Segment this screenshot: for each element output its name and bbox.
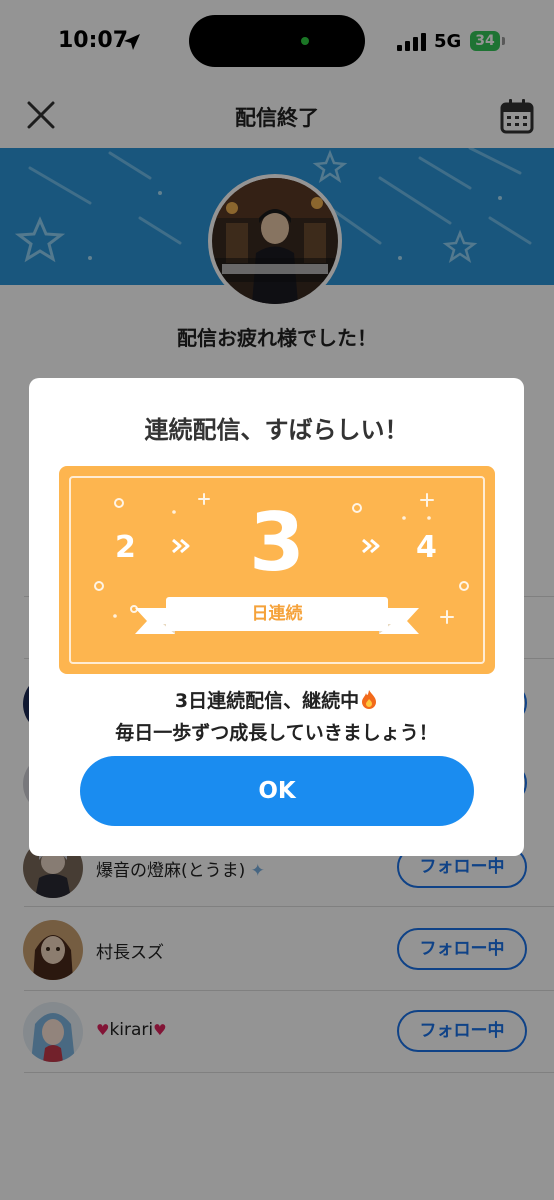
streak-card: 2 3 4 日連続: [59, 466, 495, 674]
dialog-title: 連続配信、すばらしい！: [144, 416, 409, 444]
streak-next: 4: [416, 530, 437, 565]
fire-icon: [362, 690, 377, 709]
streak-dialog: 連続配信、すばらしい！ 2 3 4 日連続 3日連続配信、継続中 毎日一歩ずつ成…: [29, 378, 524, 856]
double-chevron-right-icon: [362, 538, 380, 554]
app-screen: 10:07 5G 34 配信終了 配信お疲れ様でした！ 爆音の燈麻(とうま) ✦…: [0, 0, 554, 1200]
streak-message: 3日連続配信、継続中: [29, 686, 524, 713]
encouragement-message: 毎日一歩ずつ成長していきましょう！: [115, 722, 438, 744]
streak-current: 3: [249, 496, 305, 589]
streak-label: 日連続: [251, 604, 303, 624]
streak-previous: 2: [115, 530, 136, 565]
ok-button[interactable]: OK: [80, 756, 474, 826]
double-chevron-right-icon: [172, 538, 190, 554]
